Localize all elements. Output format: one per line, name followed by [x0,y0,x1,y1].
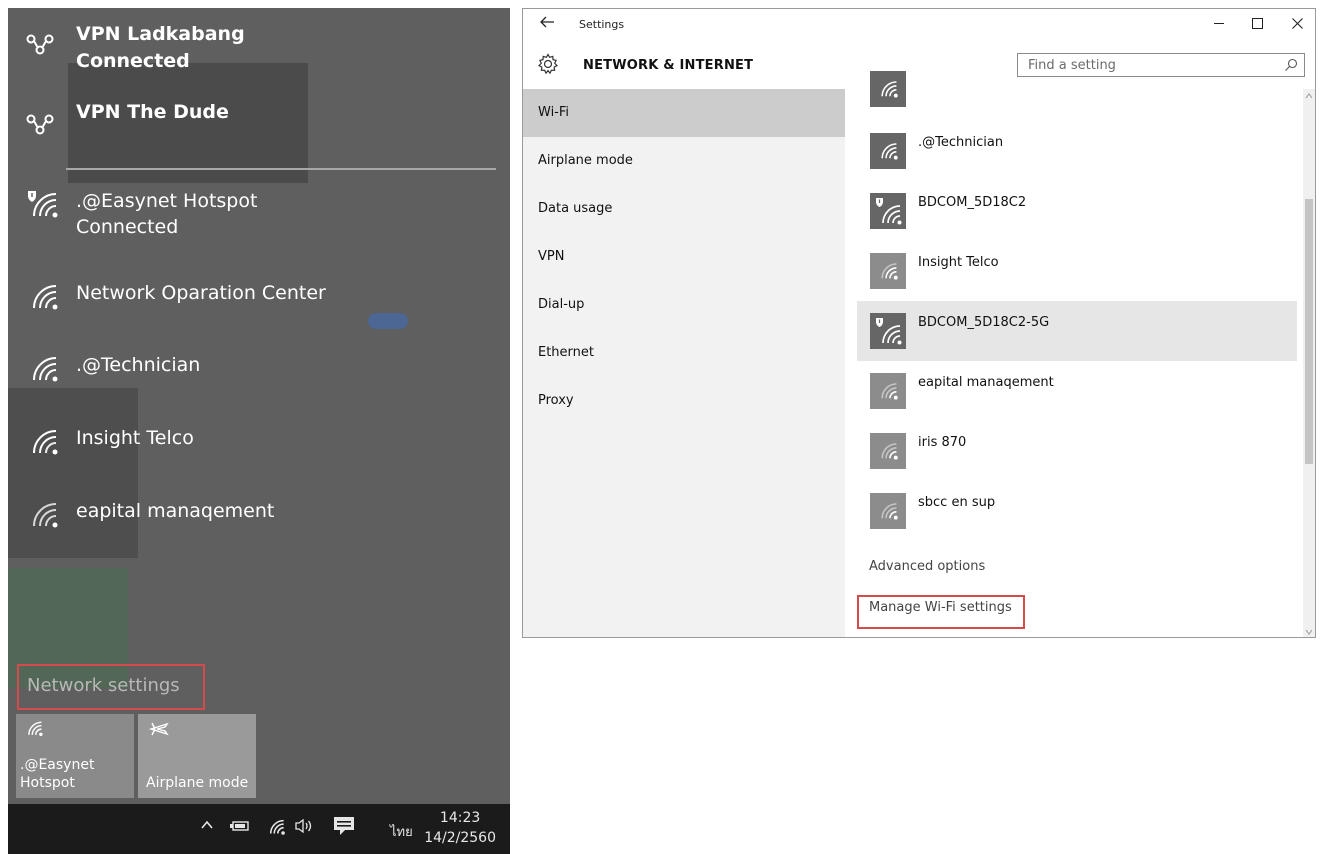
vpn-icon [26,110,54,136]
close-button[interactable] [1287,14,1307,29]
divider [66,168,496,170]
wifi-icon [870,493,906,529]
wifi-icon [870,253,906,289]
nav-item-data-usage[interactable]: Data usage [523,185,845,233]
network-name: .@Technician [76,354,201,376]
network-name: .@Technician [918,135,1004,150]
network-row-insight-telco[interactable]: Insight Telco [857,241,1297,301]
network-name: .@Easynet Hotspot [76,190,258,212]
nav-item-airplane-mode[interactable]: Airplane mode [523,137,845,185]
clock-time: 14:23 [439,810,481,826]
network-name: eapital manaqement [918,375,1054,390]
volume-icon[interactable] [294,818,314,834]
network-row-technician[interactable]: .@Technician [857,121,1297,181]
network-name: iris 870 [918,435,967,450]
wifi-icon [26,500,60,528]
battery-icon[interactable] [230,819,250,833]
secured-wifi-icon [870,193,906,229]
network-name: Insight Telco [918,255,999,270]
back-arrow-icon[interactable] [539,15,555,29]
network-name: Insight Telco [76,427,194,449]
tile-label-line: Hotspot [20,775,75,791]
scrollbar[interactable] [1303,89,1315,637]
advanced-options-link[interactable]: Advanced options [869,559,985,574]
network-name: sbcc en sup [918,495,996,510]
network-row-bdcom[interactable]: BDCOM_5D18C2 [857,181,1297,241]
nav-item-ethernet[interactable]: Ethernet [523,329,845,377]
airplane-icon [148,718,170,740]
network-row-partial[interactable] [857,59,1297,119]
network-row-sbcc[interactable]: sbcc en sup [857,481,1297,541]
vpn-icon [26,30,54,56]
network-row-eapital[interactable]: eapital manaqement [857,361,1297,421]
nav-item-proxy[interactable]: Proxy [523,377,845,425]
wifi-icon [870,71,906,107]
wifi-icon [870,433,906,469]
title-bar: Settings [523,9,1315,41]
taskbar: ไทย 14:23 14/2/2560 [8,804,510,854]
wifi-icon [26,282,60,310]
nav-item-wifi[interactable]: Wi-Fi [523,89,845,137]
wifi-tile[interactable]: .@Easynet Hotspot [16,714,134,798]
vpn-name: VPN Ladkabang [76,23,245,45]
wifi-icon [870,373,906,409]
action-center-icon[interactable] [333,816,355,836]
nav-item-vpn[interactable]: VPN [523,233,845,281]
secured-wifi-icon [870,313,906,349]
manage-wifi-settings-link[interactable]: Manage Wi-Fi settings [869,600,1012,615]
network-settings-link[interactable]: Network settings [27,675,180,696]
network-item-technician[interactable]: .@Technician [8,350,510,390]
nav-item-dial-up[interactable]: Dial-up [523,281,845,329]
network-name: Network Oparation Center [76,282,326,304]
network-item-oparation-center[interactable]: Network Oparation Center [8,278,510,318]
wifi-icon [870,133,906,169]
scrollbar-thumb[interactable] [1305,199,1313,464]
clock-date: 14/2/2560 [424,830,496,846]
vpn-name: VPN The Dude [76,101,229,123]
window-title: Settings [579,18,625,31]
wifi-network-list: .@Technician BDCOM_5D18C2 Insight Telco … [845,71,1315,637]
tile-label: .@Easynet Hotspot [20,756,94,792]
network-row-bdcom-5g[interactable]: BDCOM_5D18C2-5G [857,301,1297,361]
network-item-insight-telco[interactable]: Insight Telco [8,423,510,463]
wifi-icon [24,720,44,736]
wifi-icon [26,354,60,382]
taskbar-clock[interactable]: 14:23 14/2/2560 [424,808,496,848]
tile-label-line: Airplane mode [146,775,249,791]
secured-wifi-icon [26,190,60,218]
network-name: BDCOM_5D18C2-5G [918,315,1050,330]
tile-label: Airplane mode [146,774,248,792]
input-language-indicator[interactable]: ไทย [390,821,413,842]
network-name: BDCOM_5D18C2 [918,195,1027,210]
tile-label-line: .@Easynet [20,757,95,773]
settings-nav: Wi-Fi Airplane mode Data usage VPN Dial-… [523,89,845,637]
network-status: Connected [76,216,179,238]
network-row-iris-870[interactable]: iris 870 [857,421,1297,481]
scroll-down-chevron-icon[interactable] [1305,629,1313,635]
network-item-easynet-hotspot[interactable]: .@Easynet Hotspot Connected [8,186,510,242]
scroll-up-chevron-icon[interactable] [1305,93,1313,99]
vpn-status: Connected [76,50,190,72]
wifi-icon [26,427,60,455]
airplane-mode-tile[interactable]: Airplane mode [138,714,256,798]
wifi-icon[interactable] [266,818,286,835]
show-hidden-icons-chevron-up-icon[interactable] [200,818,214,832]
network-item-eapital-manaqement[interactable]: eapital manaqement [8,496,510,536]
network-name: eapital manaqement [76,500,275,522]
settings-window: Settings NETWORK & INTERNET Wi-Fi Airpla… [522,8,1316,638]
vpn-item-the-dude[interactable]: VPN The Dude [8,98,510,148]
maximize-button[interactable] [1247,14,1267,29]
section-title: NETWORK & INTERNET [583,58,754,73]
gear-icon [537,53,559,75]
vpn-item-ladkabang[interactable]: VPN Ladkabang Connected [8,20,510,76]
network-flyout: VPN Ladkabang Connected VPN The Dude .@E… [8,8,510,854]
minimize-button[interactable] [1209,14,1229,25]
